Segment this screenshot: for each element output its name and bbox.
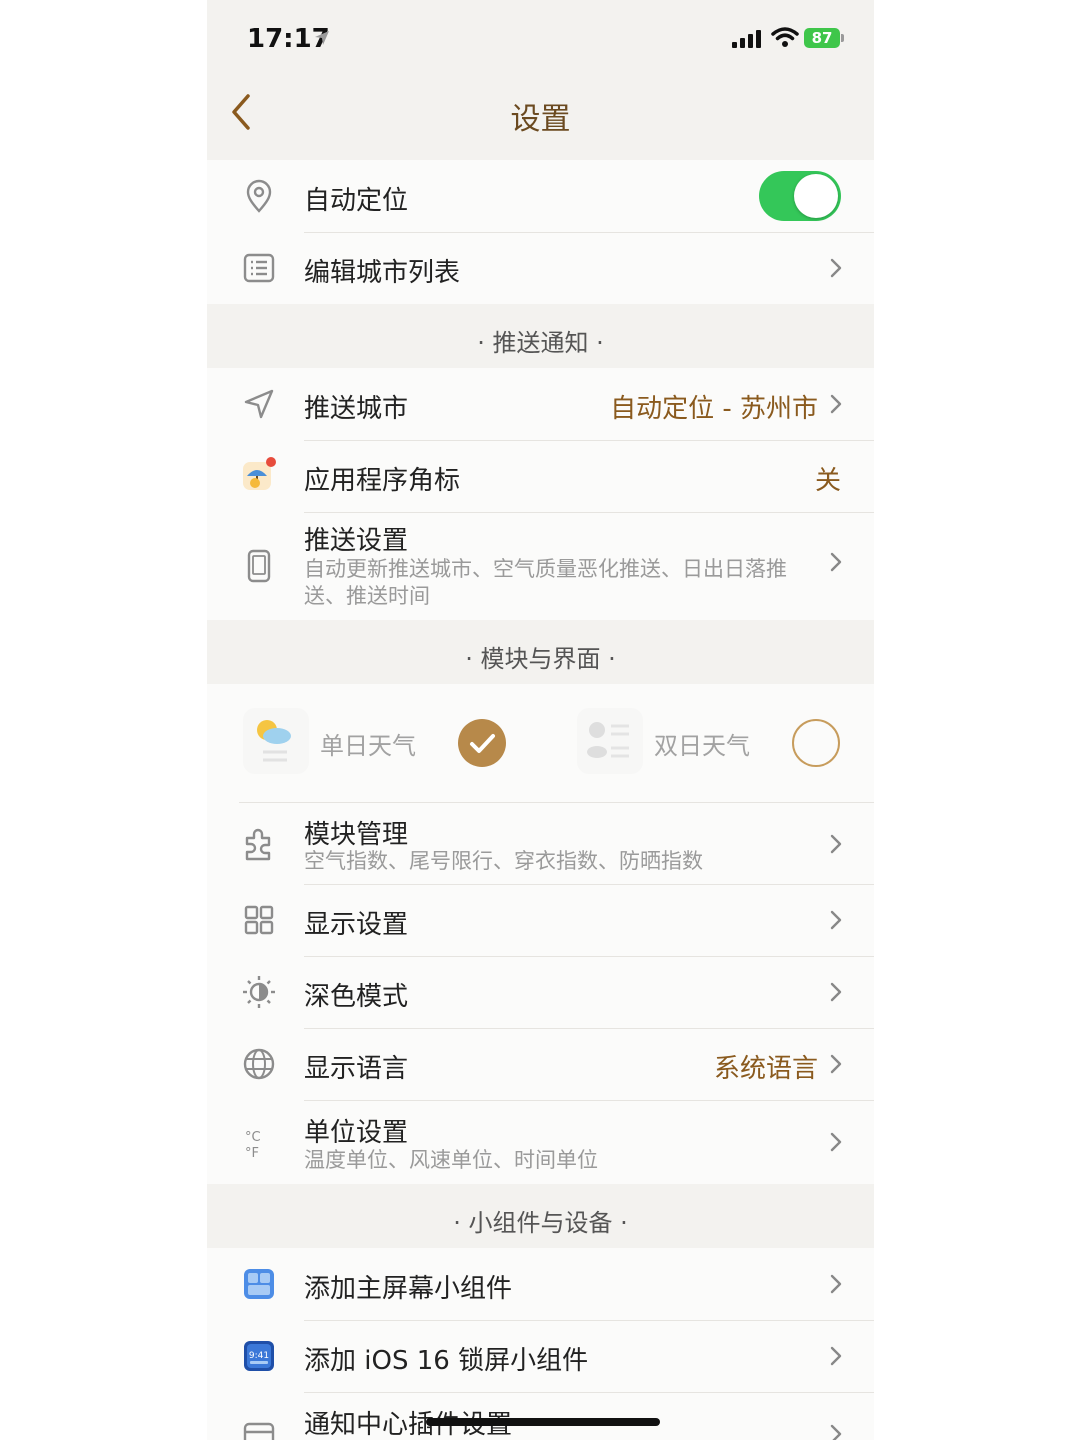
double-day-label: 双日天气 bbox=[654, 732, 750, 760]
phone-icon bbox=[247, 549, 271, 583]
double-day-weather-icon bbox=[577, 708, 643, 774]
push-settings-label: 推送设置 bbox=[304, 526, 409, 556]
sun-moon-icon bbox=[243, 976, 275, 1008]
push-city-row[interactable]: 推送城市 自动定位 - 苏州市 bbox=[207, 368, 874, 440]
home-indicator[interactable] bbox=[426, 1418, 660, 1426]
auto-locate-row: 自动定位 bbox=[207, 160, 874, 232]
push-settings-description: 自动更新推送城市、空气质量恶化推送、日出日落推送、推送时间 bbox=[304, 557, 787, 608]
battery-nub bbox=[841, 34, 844, 42]
list-icon bbox=[243, 253, 275, 283]
chevron-right-icon bbox=[830, 394, 842, 414]
chevron-right-icon bbox=[830, 552, 842, 572]
layout-chooser: 单日天气 双日天气 bbox=[207, 684, 874, 802]
chevron-right-icon bbox=[830, 1274, 842, 1294]
cellular-signal-icon bbox=[732, 30, 761, 48]
checkmark-icon bbox=[470, 734, 495, 753]
navigation-bar: 设置 bbox=[207, 78, 874, 160]
dark-mode-row[interactable]: 深色模式 bbox=[207, 956, 874, 1028]
chevron-right-icon bbox=[830, 982, 842, 1002]
widgets-icon bbox=[244, 1269, 274, 1299]
language-value: 系统语言 bbox=[713, 1054, 818, 1084]
chevron-right-icon bbox=[830, 1346, 842, 1366]
language-label: 显示语言 bbox=[304, 1054, 409, 1084]
app-badge-value: 关 bbox=[814, 466, 841, 496]
location-card: 自动定位 编辑城市列表 bbox=[207, 160, 874, 304]
chevron-right-icon bbox=[830, 1424, 842, 1440]
app-badge-label: 应用程序角标 bbox=[304, 466, 461, 496]
display-settings-row[interactable]: 显示设置 bbox=[207, 884, 874, 956]
push-section-header: · 推送通知 · bbox=[477, 329, 604, 357]
battery-level: 87 bbox=[811, 29, 833, 47]
push-card: 推送城市 自动定位 - 苏州市 应用程序角标 关 推送设置 自动更新推送城市、空… bbox=[207, 368, 874, 620]
puzzle-icon bbox=[245, 828, 271, 861]
push-city-value: 自动定位 - 苏州市 bbox=[610, 394, 818, 424]
chevron-right-icon bbox=[830, 258, 842, 278]
app-badge-icon bbox=[243, 457, 276, 490]
units-description: 温度单位、风速单位、时间单位 bbox=[304, 1148, 598, 1172]
grid-icon bbox=[244, 905, 274, 935]
modules-card: 单日天气 双日天气 模块管理 空气指数、尾号限行、穿衣指数、防晒指数 显示设置 … bbox=[207, 684, 874, 1184]
page-title: 设置 bbox=[510, 102, 571, 137]
status-bar: 17:17 87 bbox=[207, 0, 874, 78]
widgets-section-header: · 小组件与设备 · bbox=[453, 1209, 628, 1237]
module-manage-description: 空气指数、尾号限行、穿衣指数、防晒指数 bbox=[304, 849, 703, 873]
module-manage-row[interactable]: 模块管理 空气指数、尾号限行、穿衣指数、防晒指数 bbox=[207, 802, 874, 884]
push-city-label: 推送城市 bbox=[304, 394, 409, 424]
lock-screen-widget-icon: 9:41 bbox=[244, 1341, 274, 1371]
notification-widget-row[interactable]: 通知中心插件设置 bbox=[207, 1392, 874, 1440]
auto-locate-toggle[interactable] bbox=[759, 171, 841, 221]
edit-cities-label: 编辑城市列表 bbox=[304, 258, 461, 288]
temperature-units-icon: °C °F bbox=[245, 1130, 261, 1160]
svg-text:°F: °F bbox=[245, 1146, 259, 1160]
widgets-card: 添加主屏幕小组件 9:41 添加 iOS 16 锁屏小组件 通知中心插件设置 bbox=[207, 1248, 874, 1440]
double-day-radio-unchecked[interactable] bbox=[792, 719, 840, 767]
home-widget-row[interactable]: 添加主屏幕小组件 bbox=[207, 1248, 874, 1320]
chevron-right-icon bbox=[830, 1054, 842, 1074]
modules-section-header: · 模块与界面 · bbox=[465, 645, 616, 673]
lock-icon-time: 9:41 bbox=[249, 1351, 269, 1361]
toggle-knob bbox=[794, 174, 838, 218]
chevron-right-icon bbox=[830, 1132, 842, 1152]
dark-mode-label: 深色模式 bbox=[304, 982, 409, 1012]
globe-icon bbox=[243, 1048, 275, 1080]
units-row[interactable]: °C °F 单位设置 温度单位、风速单位、时间单位 bbox=[207, 1100, 874, 1184]
map-pin-icon bbox=[246, 179, 272, 213]
chevron-right-icon bbox=[830, 834, 842, 854]
display-settings-label: 显示设置 bbox=[304, 910, 409, 940]
navigation-arrow-icon bbox=[244, 389, 274, 419]
single-day-label: 单日天气 bbox=[320, 732, 416, 760]
single-day-weather-icon bbox=[243, 708, 309, 774]
single-day-radio-checked[interactable] bbox=[458, 719, 506, 767]
auto-locate-label: 自动定位 bbox=[304, 186, 409, 216]
chevron-right-icon bbox=[830, 910, 842, 930]
svg-text:°C: °C bbox=[245, 1130, 261, 1145]
notification-center-icon bbox=[243, 1422, 275, 1440]
location-arrow-icon bbox=[315, 31, 329, 45]
language-row[interactable]: 显示语言 系统语言 bbox=[207, 1028, 874, 1100]
units-label: 单位设置 bbox=[304, 1118, 409, 1148]
battery-icon: 87 bbox=[804, 28, 840, 48]
settings-screen: 17:17 87 设置 自动定位 编辑城市列表 · 推送通知 · 推送城市 自动… bbox=[207, 0, 874, 1440]
lock-widget-label: 添加 iOS 16 锁屏小组件 bbox=[304, 1346, 589, 1376]
app-badge-row[interactable]: 应用程序角标 关 bbox=[207, 440, 874, 512]
home-widget-label: 添加主屏幕小组件 bbox=[304, 1274, 513, 1304]
lock-widget-row[interactable]: 9:41 添加 iOS 16 锁屏小组件 bbox=[207, 1320, 874, 1392]
push-settings-row[interactable]: 推送设置 自动更新推送城市、空气质量恶化推送、日出日落推送、推送时间 bbox=[207, 512, 874, 620]
wifi-icon bbox=[771, 27, 799, 47]
module-manage-label: 模块管理 bbox=[304, 820, 409, 850]
edit-cities-row[interactable]: 编辑城市列表 bbox=[207, 232, 874, 304]
